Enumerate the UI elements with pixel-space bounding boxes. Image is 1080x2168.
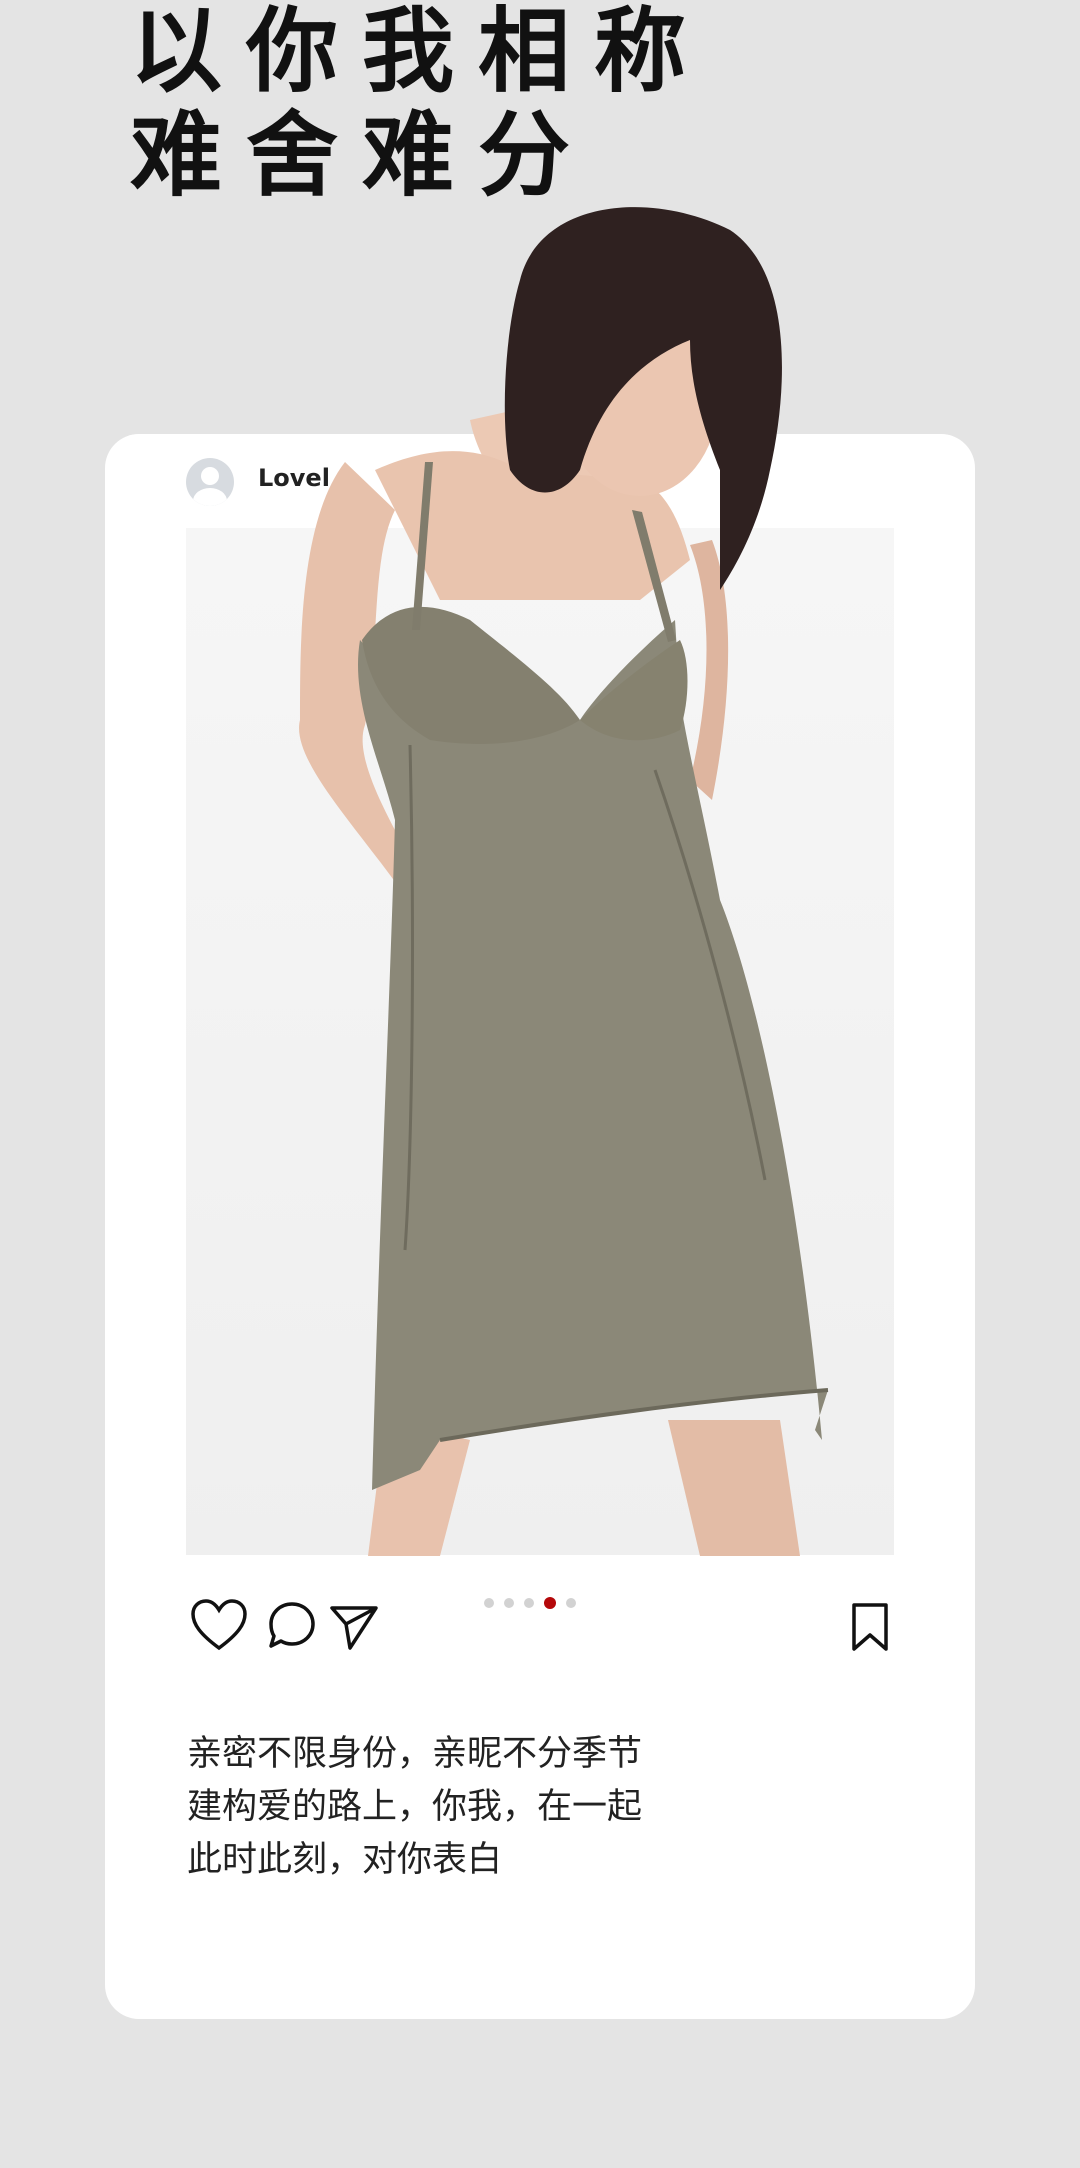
user-avatar-icon[interactable]	[186, 458, 234, 506]
post-photo-backdrop	[186, 528, 894, 1555]
post-username[interactable]: Lovel	[258, 464, 330, 492]
bookmark-icon[interactable]	[848, 1602, 892, 1652]
caption-line: 此时此刻，对你表白	[187, 1840, 503, 1880]
caption-line: 亲密不限身份，亲昵不分季节	[187, 1734, 643, 1774]
carousel-dot[interactable]	[504, 1598, 514, 1608]
headline-line-1: 以你我相称	[130, 0, 711, 105]
carousel-dot[interactable]	[566, 1598, 576, 1608]
headline-line-2: 难舍难分	[130, 102, 595, 209]
caption-line: 建构爱的路上，你我，在一起	[187, 1787, 643, 1827]
post-caption: 亲密不限身份，亲昵不分季节 建构爱的路上，你我，在一起 此时此刻，对你表白	[187, 1728, 642, 1887]
heart-icon[interactable]	[190, 1598, 248, 1652]
send-icon[interactable]	[328, 1600, 380, 1652]
headline: 以你我相称 难舍难分	[130, 0, 710, 208]
carousel-indicator[interactable]	[484, 1597, 576, 1609]
carousel-dot[interactable]	[524, 1598, 534, 1608]
carousel-dot[interactable]	[484, 1598, 494, 1608]
comment-icon[interactable]	[266, 1600, 318, 1652]
carousel-dot-active[interactable]	[544, 1597, 556, 1609]
